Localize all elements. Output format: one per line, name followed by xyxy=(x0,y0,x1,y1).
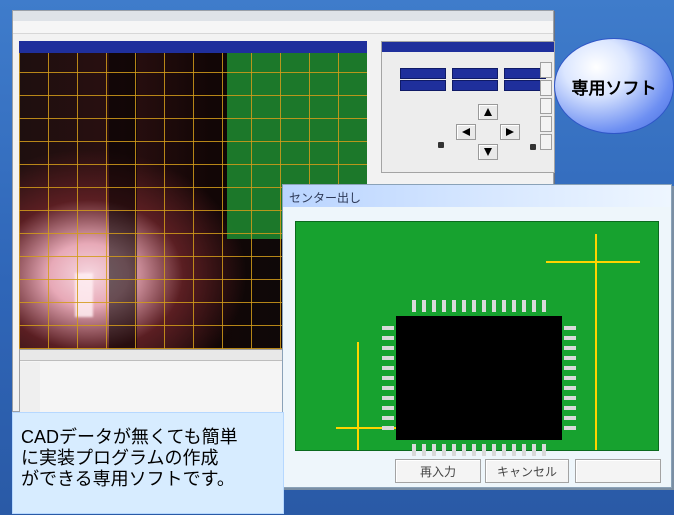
pin xyxy=(452,300,456,312)
dialog-title: センター出し xyxy=(289,191,362,205)
pin xyxy=(412,300,416,312)
pin xyxy=(382,416,394,420)
pin xyxy=(382,336,394,340)
description-box: CADデータが無くても簡単 に実装プログラムの作成 ができる専用ソフトです。 xyxy=(12,412,284,514)
pin xyxy=(564,366,576,370)
pin xyxy=(492,300,496,312)
menu-item[interactable] xyxy=(133,22,157,31)
menu-item[interactable] xyxy=(49,22,73,31)
control-panel xyxy=(381,41,555,173)
coord-display xyxy=(452,68,498,79)
pin xyxy=(564,406,576,410)
pin xyxy=(564,326,576,330)
table-header-cell xyxy=(96,351,136,359)
cancel-button[interactable]: キャンセル xyxy=(485,459,569,483)
arrow-down-icon xyxy=(484,148,492,156)
control-bottom-label xyxy=(388,146,418,156)
dialog-buttons: 再入力 キャンセル xyxy=(283,455,671,487)
pin xyxy=(382,366,394,370)
pcb-canvas xyxy=(295,221,659,456)
pin xyxy=(564,336,576,340)
coord-display xyxy=(452,80,498,91)
coord-display xyxy=(400,80,446,91)
pin xyxy=(564,386,576,390)
pin xyxy=(382,396,394,400)
control-panel-title xyxy=(382,42,554,52)
pin xyxy=(382,356,394,360)
arrow-up-icon xyxy=(484,108,492,116)
badge-label: 専用ソフト xyxy=(571,79,657,99)
pin xyxy=(512,300,516,312)
pin xyxy=(564,376,576,380)
pins-left xyxy=(382,326,394,436)
menu-item[interactable] xyxy=(21,22,45,31)
menu-item[interactable] xyxy=(105,22,129,31)
badge: 専用ソフト xyxy=(554,38,674,134)
pin xyxy=(382,406,394,410)
arrow-down-button[interactable] xyxy=(478,144,498,160)
pin xyxy=(382,376,394,380)
side-button[interactable] xyxy=(540,98,552,114)
pin xyxy=(522,300,526,312)
arrow-up-button[interactable] xyxy=(478,104,498,120)
camera-header-right xyxy=(319,43,359,51)
side-button[interactable] xyxy=(540,80,552,96)
control-panel-title-text xyxy=(388,44,468,52)
pins-top xyxy=(412,300,552,312)
menu-item[interactable] xyxy=(77,22,101,31)
pin xyxy=(472,300,476,312)
pin xyxy=(382,326,394,330)
pin xyxy=(564,426,576,430)
dialog-title-bar: センター出し xyxy=(283,185,671,207)
table-header-cell xyxy=(46,351,90,359)
arrow-left-icon xyxy=(462,128,470,136)
arrow-left-button[interactable] xyxy=(456,124,476,140)
side-button[interactable] xyxy=(540,116,552,132)
menu-bar xyxy=(13,21,553,34)
arrow-right-button[interactable] xyxy=(500,124,520,140)
camera-header-left xyxy=(25,43,105,51)
pin xyxy=(564,396,576,400)
pin xyxy=(382,346,394,350)
pin xyxy=(422,300,426,312)
table-header-cell xyxy=(228,351,272,359)
description-text: CADデータが無くても簡単 に実装プログラムの作成 ができる専用ソフトです。 xyxy=(21,427,238,489)
pin xyxy=(564,356,576,360)
camera-header xyxy=(19,41,367,53)
arrow-right-icon xyxy=(506,128,514,136)
pin xyxy=(532,300,536,312)
coord-display xyxy=(400,68,446,79)
pin xyxy=(442,300,446,312)
indicator-dot xyxy=(530,144,536,150)
pin xyxy=(462,300,466,312)
pin xyxy=(382,426,394,430)
ic-chip xyxy=(396,316,562,440)
pin xyxy=(502,300,506,312)
coord-title xyxy=(432,54,512,64)
ok-button[interactable] xyxy=(575,459,661,483)
pins-right xyxy=(564,326,576,436)
reinput-button[interactable]: 再入力 xyxy=(395,459,481,483)
pin xyxy=(542,300,546,312)
pin xyxy=(564,416,576,420)
table-header-cell xyxy=(142,351,182,359)
side-button[interactable] xyxy=(540,62,552,78)
table-header-cell xyxy=(188,351,222,359)
pin xyxy=(482,300,486,312)
control-bottom-label xyxy=(418,146,448,156)
side-button[interactable] xyxy=(540,134,552,150)
pin xyxy=(382,386,394,390)
control-labels xyxy=(400,104,432,140)
center-dialog: センター出し 再入力 キャンセル xyxy=(282,184,672,488)
pin xyxy=(432,300,436,312)
window-title-bar xyxy=(13,11,553,21)
pin xyxy=(564,346,576,350)
